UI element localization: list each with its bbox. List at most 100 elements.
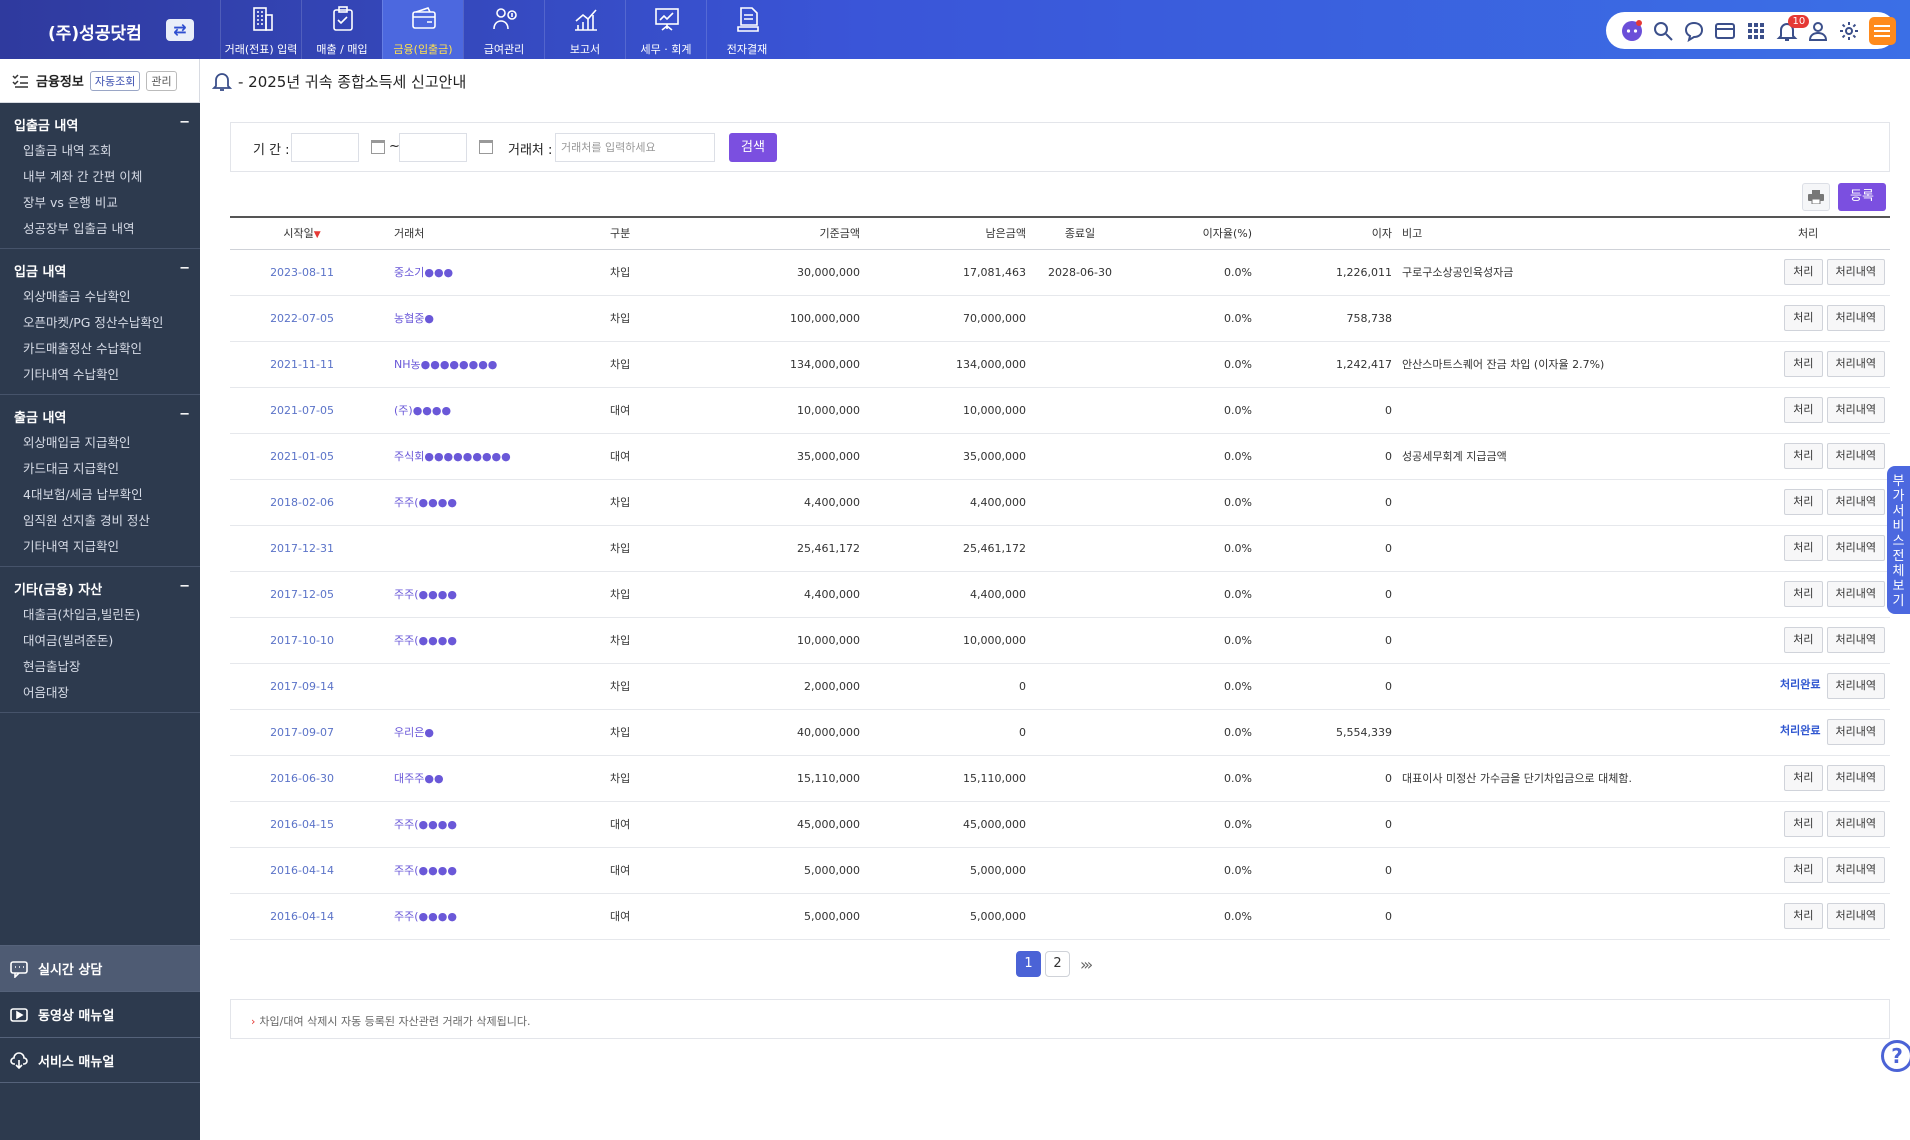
sidebar-item[interactable]: 대여금(빌려준돈) — [0, 628, 200, 654]
col-start-date[interactable]: 시작일▼ — [230, 216, 340, 250]
sidebar-item[interactable]: 오픈마켓/PG 정산수납확인 — [0, 310, 200, 336]
process-button[interactable]: 처리 — [1784, 535, 1823, 561]
cell-start-date[interactable]: 2017-10-10 — [230, 617, 340, 664]
chatbot-button[interactable] — [1616, 15, 1647, 47]
process-button[interactable]: 처리 — [1784, 259, 1823, 285]
process-button[interactable]: 처리 — [1784, 489, 1823, 515]
live-chat-button[interactable]: 실시간 상담 — [0, 945, 200, 991]
cell-start-date[interactable]: 2017-12-31 — [230, 525, 340, 572]
sidebar-item[interactable]: 내부 계좌 간 간편 이체 — [0, 164, 200, 190]
cell-start-date[interactable]: 2017-12-05 — [230, 571, 340, 618]
notice-banner[interactable]: - 2025년 귀속 종합소득세 신고안내 — [212, 70, 466, 92]
process-button[interactable]: 처리 — [1784, 305, 1823, 331]
sidebar-item[interactable]: 카드대금 지급확인 — [0, 456, 200, 482]
nav-tax-accounting[interactable]: 세무 · 회계 — [625, 0, 706, 59]
cell-party[interactable]: 주주(●●●● — [340, 847, 610, 894]
sidebar-item[interactable]: 장부 vs 은행 비교 — [0, 190, 200, 216]
switch-company-button[interactable]: ⇄ — [166, 19, 194, 41]
process-history-button[interactable]: 처리내역 — [1826, 627, 1885, 653]
next-last-page-button[interactable]: ›» — [1080, 955, 1093, 974]
process-history-button[interactable]: 처리내역 — [1826, 903, 1885, 929]
sidebar-item[interactable]: 현금출납장 — [0, 654, 200, 680]
sidebar-item[interactable]: 4대보험/세금 납부확인 — [0, 482, 200, 508]
nav-payroll[interactable]: 급여관리 — [463, 0, 544, 59]
sidebar-item[interactable]: 외상매입금 지급확인 — [0, 430, 200, 456]
process-history-button[interactable]: 처리내역 — [1826, 305, 1885, 331]
collapse-icon[interactable]: − — [179, 407, 190, 426]
search-button[interactable]: 검색 — [729, 133, 777, 162]
process-history-button[interactable]: 처리내역 — [1826, 857, 1885, 883]
cell-party[interactable] — [340, 525, 610, 572]
profile-button[interactable] — [1803, 15, 1834, 47]
cell-start-date[interactable]: 2016-04-14 — [230, 847, 340, 894]
process-history-button[interactable]: 처리내역 — [1826, 673, 1885, 699]
cell-party[interactable]: 주주(●●●● — [340, 801, 610, 848]
cell-start-date[interactable]: 2022-07-05 — [230, 295, 340, 342]
sidebar-section-title[interactable]: 입출금 내역 − — [0, 111, 200, 138]
apps-button[interactable] — [1740, 15, 1771, 47]
calendar-icon[interactable] — [479, 140, 493, 154]
cell-party[interactable]: 주주(●●●● — [340, 893, 610, 940]
register-button[interactable]: 등록 — [1838, 183, 1886, 211]
cell-party[interactable] — [340, 663, 610, 710]
sidebar-section-title[interactable]: 기타(금융) 자산 − — [0, 575, 200, 602]
cell-start-date[interactable]: 2021-11-11 — [230, 341, 340, 388]
sidebar-section-title[interactable]: 입금 내역 − — [0, 257, 200, 284]
sidebar-section-title[interactable]: 출금 내역 − — [0, 403, 200, 430]
process-history-button[interactable]: 처리내역 — [1826, 397, 1885, 423]
cell-party[interactable]: 중소기●●● — [340, 249, 610, 296]
nav-sales-purchase[interactable]: 매출 / 매입 — [301, 0, 382, 59]
process-history-button[interactable]: 처리내역 — [1826, 535, 1885, 561]
process-history-button[interactable]: 처리내역 — [1826, 489, 1885, 515]
process-button[interactable]: 처리 — [1784, 351, 1823, 377]
calendar-icon[interactable] — [371, 140, 385, 154]
cell-start-date[interactable]: 2018-02-06 — [230, 479, 340, 526]
process-done-button[interactable]: 처리완료 — [1778, 719, 1822, 745]
help-button[interactable]: ? — [1881, 1040, 1910, 1072]
cell-start-date[interactable]: 2016-04-15 — [230, 801, 340, 848]
cell-party[interactable]: 우리은● — [340, 709, 610, 756]
sidebar-item[interactable]: 카드매출정산 수납확인 — [0, 336, 200, 362]
cell-party[interactable]: 주주(●●●● — [340, 571, 610, 618]
process-button[interactable]: 처리 — [1784, 903, 1823, 929]
process-button[interactable]: 처리 — [1784, 811, 1823, 837]
nav-e-approval[interactable]: 전자결재 — [706, 0, 787, 59]
collapse-icon[interactable]: − — [179, 115, 190, 134]
cell-party[interactable]: 대주주●● — [340, 755, 610, 802]
sidebar-item[interactable]: 성공장부 입출금 내역 — [0, 216, 200, 242]
process-history-button[interactable]: 처리내역 — [1826, 719, 1885, 745]
notification-button[interactable]: 10 — [1771, 14, 1810, 47]
process-history-button[interactable]: 처리내역 — [1826, 581, 1885, 607]
process-history-button[interactable]: 처리내역 — [1826, 765, 1885, 791]
card-button[interactable] — [1709, 15, 1740, 47]
process-history-button[interactable]: 처리내역 — [1826, 443, 1885, 469]
hamburger-menu-button[interactable] — [1868, 16, 1896, 45]
process-button[interactable]: 처리 — [1784, 857, 1823, 883]
process-button[interactable]: 처리 — [1784, 443, 1823, 469]
cell-start-date[interactable]: 2023-08-11 — [230, 249, 340, 296]
cell-start-date[interactable]: 2021-07-05 — [230, 387, 340, 434]
party-search-input[interactable]: 거래처를 입력하세요 — [555, 133, 715, 162]
collapse-icon[interactable]: − — [179, 579, 190, 598]
process-button[interactable]: 처리 — [1784, 397, 1823, 423]
auto-query-chip[interactable]: 자동조회 — [89, 70, 141, 91]
video-manual-button[interactable]: 동영상 매뉴얼 — [0, 991, 200, 1037]
sidebar-item[interactable]: 기타내역 지급확인 — [0, 534, 200, 560]
company-name[interactable]: (주)성공닷컴 — [48, 19, 142, 44]
cell-party[interactable]: 주주(●●●● — [340, 617, 610, 664]
page-1-button[interactable]: 1 — [1016, 951, 1041, 977]
sidebar-item[interactable]: 기타내역 수납확인 — [0, 362, 200, 388]
cell-party[interactable]: 농협중● — [340, 295, 610, 342]
nav-transaction-entry[interactable]: 거래(전표) 입력 — [220, 0, 301, 59]
cell-start-date[interactable]: 2017-09-14 — [230, 663, 340, 710]
cell-party[interactable]: 주주(●●●● — [340, 479, 610, 526]
cell-start-date[interactable]: 2021-01-05 — [230, 433, 340, 480]
cell-party[interactable]: NH농●●●●●●●● — [340, 341, 610, 388]
manage-chip[interactable]: 관리 — [146, 70, 177, 91]
process-button[interactable]: 처리 — [1784, 581, 1823, 607]
cell-start-date[interactable]: 2017-09-07 — [230, 709, 340, 756]
service-manual-button[interactable]: 서비스 매뉴얼 — [0, 1037, 200, 1083]
page-2-button[interactable]: 2 — [1045, 951, 1070, 977]
process-history-button[interactable]: 처리내역 — [1826, 351, 1885, 377]
period-start-input[interactable] — [291, 133, 359, 162]
